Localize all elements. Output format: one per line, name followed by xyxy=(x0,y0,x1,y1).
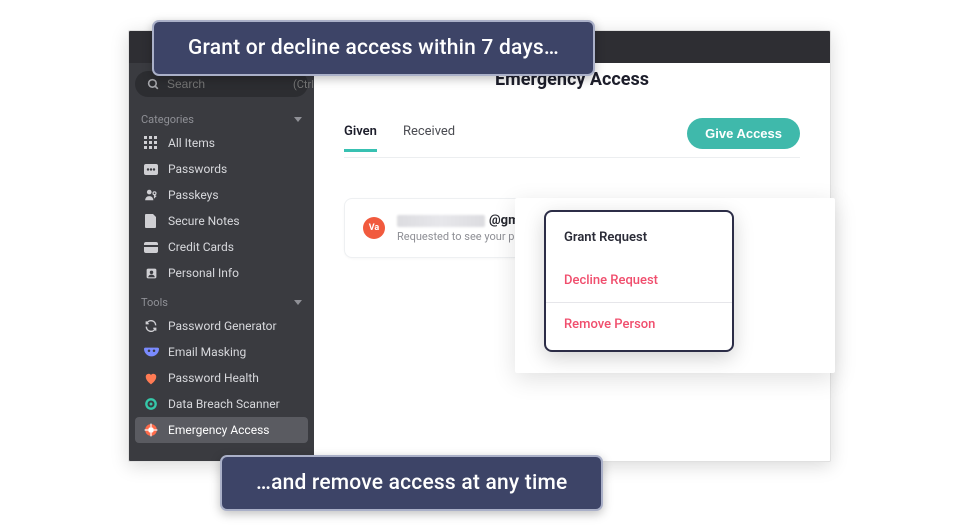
sidebar-item-label: Passwords xyxy=(168,160,227,178)
lifebuoy-icon xyxy=(143,422,159,438)
grid-icon xyxy=(143,135,159,151)
sidebar-item-personal-info[interactable]: Personal Info xyxy=(135,260,308,286)
chevron-down-icon xyxy=(294,300,302,305)
sidebar-item-label: Password Health xyxy=(168,369,259,387)
sidebar-tool-email-masking[interactable]: Email Masking xyxy=(135,339,308,365)
sidebar: (Ctrl+F) Categories All Items Pas xyxy=(129,63,314,461)
sidebar-item-label: Secure Notes xyxy=(168,212,240,230)
avatar: Va xyxy=(363,217,385,239)
redacted-email-local xyxy=(397,215,485,227)
sidebar-item-passkeys[interactable]: Passkeys xyxy=(135,182,308,208)
sidebar-item-secure-notes[interactable]: Secure Notes xyxy=(135,208,308,234)
tools-label: Tools xyxy=(141,296,168,309)
tab-given[interactable]: Given xyxy=(344,124,377,152)
sidebar-tool-password-health[interactable]: Password Health xyxy=(135,365,308,391)
sidebar-item-label: Email Masking xyxy=(168,343,246,361)
menu-remove-person[interactable]: Remove Person xyxy=(546,303,732,346)
mask-icon xyxy=(143,344,159,360)
stage: Grant or decline access within 7 days… (… xyxy=(0,0,957,528)
sidebar-item-label: Credit Cards xyxy=(168,238,234,256)
card-icon xyxy=(143,239,159,255)
give-access-button[interactable]: Give Access xyxy=(687,118,800,149)
sidebar-tool-password-generator[interactable]: Password Generator xyxy=(135,313,308,339)
sidebar-tool-emergency-access[interactable]: Emergency Access xyxy=(135,417,308,443)
menu-decline-request[interactable]: Decline Request xyxy=(546,259,732,302)
categories-label: Categories xyxy=(141,113,194,126)
sidebar-item-credit-cards[interactable]: Credit Cards xyxy=(135,234,308,260)
sidebar-tool-data-breach-scanner[interactable]: Data Breach Scanner xyxy=(135,391,308,417)
password-icon xyxy=(143,161,159,177)
sidebar-item-label: Emergency Access xyxy=(168,421,269,439)
heart-icon xyxy=(143,370,159,386)
sidebar-item-passwords[interactable]: Passwords xyxy=(135,156,308,182)
sidebar-item-label: Personal Info xyxy=(168,264,239,282)
person-icon xyxy=(143,265,159,281)
tab-received[interactable]: Received xyxy=(403,124,455,151)
annotation-top: Grant or decline access within 7 days… xyxy=(152,20,595,76)
search-icon xyxy=(145,76,161,92)
annotation-bottom: …and remove access at any time xyxy=(220,455,603,511)
sidebar-item-label: Passkeys xyxy=(168,186,219,204)
sidebar-item-all-items[interactable]: All Items xyxy=(135,130,308,156)
passkey-icon xyxy=(143,187,159,203)
sidebar-item-label: Password Generator xyxy=(168,317,277,335)
sidebar-item-label: All Items xyxy=(168,134,215,152)
sidebar-item-label: Data Breach Scanner xyxy=(168,395,280,413)
note-icon xyxy=(143,213,159,229)
search-input[interactable] xyxy=(167,77,287,91)
refresh-icon xyxy=(143,318,159,334)
categories-header[interactable]: Categories xyxy=(135,109,308,130)
tools-header[interactable]: Tools xyxy=(135,292,308,313)
chevron-down-icon xyxy=(294,117,302,122)
radar-icon xyxy=(143,396,159,412)
menu-grant-request[interactable]: Grant Request xyxy=(546,216,732,259)
context-menu: Grant Request Decline Request Remove Per… xyxy=(544,210,734,352)
tabbar: Given Received Give Access xyxy=(344,118,800,158)
